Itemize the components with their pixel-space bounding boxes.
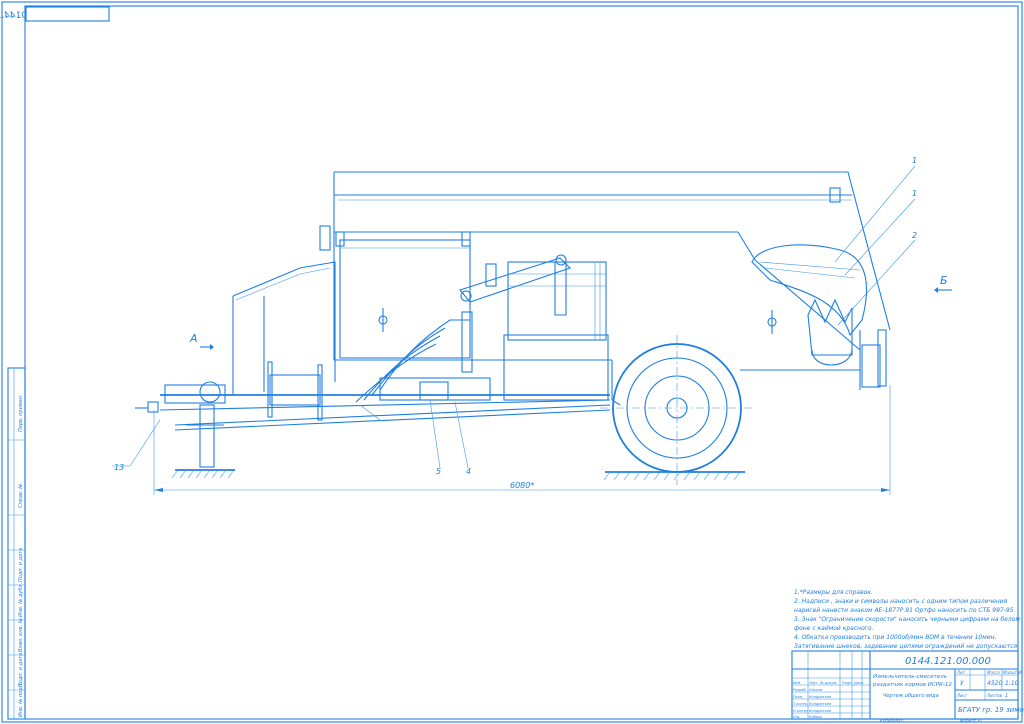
sheet-outer-border bbox=[1, 1, 1023, 723]
format-label: Формат А1 bbox=[960, 718, 983, 723]
strip-label: Инв. № дубл. bbox=[18, 583, 24, 617]
strip-label: Подп. и дата bbox=[18, 653, 24, 687]
hdr-sheets: Листов bbox=[986, 693, 1003, 698]
view-marker-a: А bbox=[189, 332, 214, 350]
note-line: 4. Обкатка производить при 1000об/мин ВО… bbox=[794, 634, 997, 641]
product-name: Измельчитель-смеситель bbox=[873, 674, 947, 680]
mixer-wagon-drawing bbox=[135, 171, 891, 485]
drawing-sheet: 0144.121.00.0000 Перв. примен. Справ. № … bbox=[0, 1, 1024, 723]
tb-cell: Пров. bbox=[793, 695, 803, 699]
hdr-sheet: Лист bbox=[956, 693, 968, 698]
callout-1: 1 bbox=[912, 189, 917, 198]
hdr-scale: Масштаб bbox=[1003, 670, 1023, 675]
stamp-top-text: 0144.121.00.0000 bbox=[0, 11, 27, 21]
note-line: 2. Надписи , знаки и символы наносить с … bbox=[794, 598, 1008, 605]
copied-label: Копировал bbox=[880, 718, 903, 723]
note-line: Затягивание шнеков, задевание цепями огр… bbox=[794, 643, 1019, 650]
stamp-box-top bbox=[25, 6, 110, 22]
doc-number: 0144.121.00.000 bbox=[905, 656, 991, 667]
strip-label: Взам. инв. № bbox=[18, 618, 24, 652]
dimension-text: 6080* bbox=[510, 481, 534, 490]
organization: БГАТУ гр. 19 зимо bbox=[958, 706, 1024, 714]
tb-cell: Изм. bbox=[793, 681, 801, 685]
tb-cell: Дата bbox=[853, 681, 863, 685]
tb-cell: № докум. bbox=[819, 681, 837, 685]
strip-label: Справ. № bbox=[18, 484, 24, 508]
tb-cell: Утв. bbox=[793, 715, 800, 719]
note-line: 3. Знак "Ограничение скорости" наносить … bbox=[794, 616, 1020, 623]
tb-cell: Кондратьев bbox=[809, 695, 831, 699]
note-line: 1.*Размеры для справок. bbox=[794, 589, 873, 596]
hopper-top-outline bbox=[334, 171, 891, 331]
letter: У bbox=[960, 680, 964, 687]
strip-label: Подп. и дата bbox=[18, 548, 24, 582]
callout-2: 2 bbox=[912, 231, 917, 240]
view-label-a: А bbox=[189, 332, 198, 345]
title-block: 0144.121.00.000 Измельчитель-смеситель р… bbox=[791, 650, 1024, 720]
tb-cell: Кондратьев bbox=[809, 709, 831, 713]
sheets: 1 bbox=[1005, 693, 1008, 699]
note-line: фоне с каймой красного. bbox=[794, 625, 874, 632]
view-label-b: Б bbox=[940, 274, 948, 287]
tb-cell: Н.контр. bbox=[793, 709, 809, 713]
callout-4: 4 bbox=[466, 467, 471, 476]
tb-cell: Подп. bbox=[842, 681, 853, 685]
technical-notes: 1.*Размеры для справок. 2. Надписи , зна… bbox=[794, 589, 1020, 650]
callout-13: 13 bbox=[114, 463, 124, 472]
callout-1: 1 bbox=[912, 156, 917, 165]
tb-cell: Т.контр. bbox=[793, 702, 808, 706]
tb-cell: Разраб. bbox=[793, 688, 807, 692]
tb-cell: Кобыш bbox=[809, 715, 823, 719]
tb-cell: Лист bbox=[808, 681, 819, 685]
mass: 4520 bbox=[987, 680, 1002, 687]
tb-cell: Ольхов bbox=[809, 688, 822, 692]
tb-cell: Кондратьев bbox=[809, 702, 831, 706]
view-marker-b: Б bbox=[934, 274, 952, 293]
product-name-2: раздатчик кормов ИСРК-12 bbox=[872, 682, 952, 688]
note-line: нарисей нанести знаком АЕ-1877Р.91 Ортфо… bbox=[794, 607, 1016, 614]
hdr-lit: Лит. bbox=[956, 670, 966, 675]
strip-label: Инв. № подл. bbox=[18, 683, 24, 718]
scale: 1:10 bbox=[1005, 680, 1019, 687]
hdr-mass: Масса bbox=[987, 670, 1000, 675]
strip-label: Перв. примен. bbox=[18, 394, 24, 432]
drawing-subtitle: Чертеж общего вида bbox=[883, 693, 939, 699]
side-strip: Перв. примен. Справ. № Подп. и дата Инв.… bbox=[7, 367, 26, 720]
callout-5: 5 bbox=[436, 467, 441, 476]
